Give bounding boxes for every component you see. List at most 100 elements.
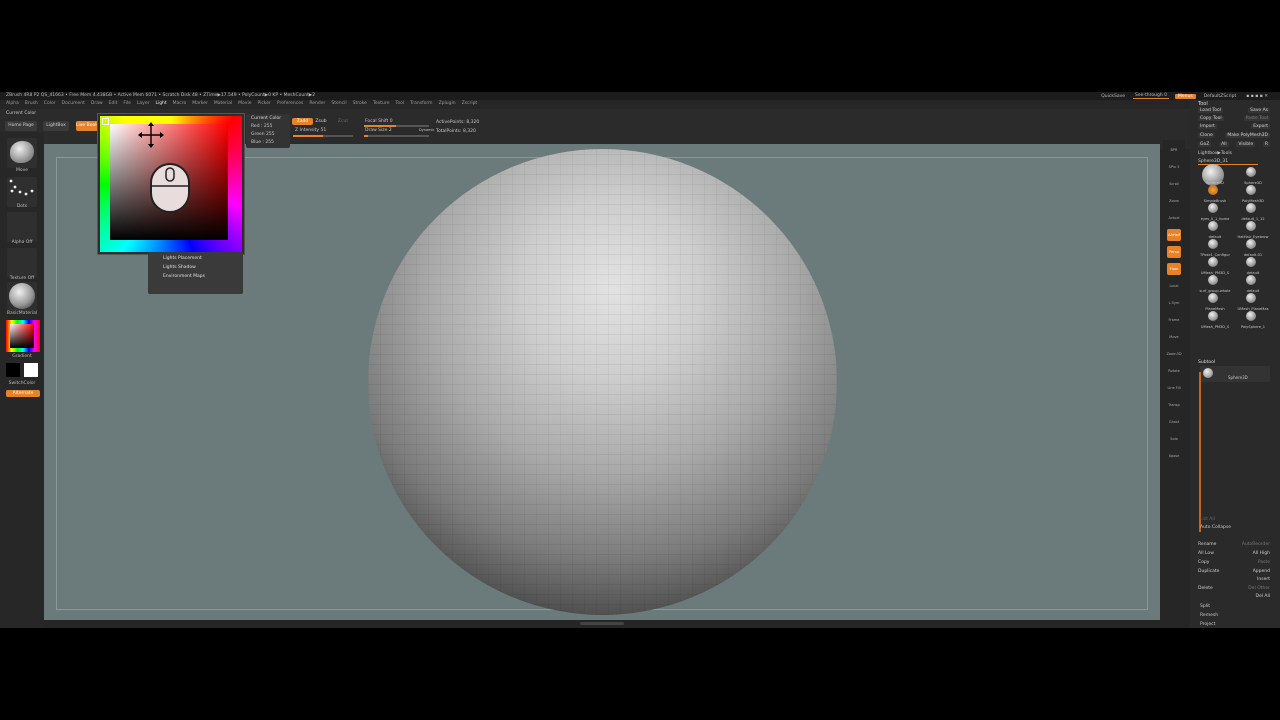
menu-stroke[interactable]: Stroke <box>353 101 367 108</box>
all-high-button[interactable]: All High <box>1253 551 1270 556</box>
menu-file[interactable]: File <box>123 101 131 108</box>
tool-thumbnail[interactable]: HatHair_Eyebrow <box>1234 221 1272 241</box>
delete-button[interactable]: Delete <box>1198 586 1213 591</box>
view-frame-button[interactable]: Frame <box>1167 314 1181 326</box>
menu-zplugin[interactable]: Zplugin <box>439 101 456 108</box>
import-button[interactable]: Import <box>1198 124 1217 129</box>
view-solo-button[interactable]: Solo <box>1167 433 1181 445</box>
view-l-sym-button[interactable]: L.Sym <box>1167 297 1181 309</box>
view-transp-button[interactable]: Transp <box>1167 399 1181 411</box>
export-button[interactable]: Export <box>1251 124 1270 129</box>
view-bpr-button[interactable]: BPR <box>1167 144 1181 156</box>
tool-thumbnail[interactable]: default.01 <box>1234 239 1272 259</box>
append-button[interactable]: Append <box>1253 569 1270 574</box>
clone-button[interactable]: Clone <box>1198 133 1215 138</box>
menu-material[interactable]: Material <box>214 101 232 108</box>
menu-tool[interactable]: Tool <box>395 101 404 108</box>
view-line-fill-button[interactable]: Line Fill <box>1167 382 1181 394</box>
lightbox-tools-link[interactable]: Lightbox▶Tools <box>1198 151 1232 156</box>
tool-thumbnail[interactable]: eyes_0_1_home <box>1196 203 1234 223</box>
view-local-button[interactable]: Local <box>1167 280 1181 292</box>
tool-thumbnail[interactable]: Sphere3D <box>1196 164 1234 187</box>
lights-placement-item[interactable]: Lights Placement <box>163 256 202 261</box>
menu-transform[interactable]: Transform <box>410 101 432 108</box>
view-ghost-button[interactable]: Ghost <box>1167 416 1181 428</box>
menu-stencil[interactable]: Stencil <box>331 101 346 108</box>
visible-button[interactable]: Visible <box>1236 142 1256 147</box>
rename-button[interactable]: Rename <box>1198 542 1216 547</box>
r-button[interactable]: R <box>1262 142 1270 147</box>
tool-thumbnail[interactable]: Sphere3D <box>1234 167 1272 187</box>
brush-thumbnail[interactable] <box>7 138 37 168</box>
quicksave-button[interactable]: QuickSave <box>1099 94 1127 99</box>
sphere3d-mesh[interactable] <box>368 149 837 615</box>
lights-shadow-item[interactable]: Lights Shadow <box>163 265 196 270</box>
main-color-swatch[interactable] <box>24 363 38 377</box>
alpha-thumbnail[interactable] <box>7 212 37 242</box>
menu-movie[interactable]: Movie <box>238 101 251 108</box>
tool-thumbnail[interactable]: default_1_12 <box>1234 203 1272 223</box>
lightbox-button[interactable]: LightBox <box>43 121 69 131</box>
stroke-thumbnail[interactable] <box>7 177 37 207</box>
tray-toggle-handle[interactable] <box>580 622 624 625</box>
paste-tool-button[interactable]: Paste Tool <box>1243 116 1270 121</box>
z-intensity-track[interactable] <box>293 135 353 137</box>
load-tool-button[interactable]: Load Tool <box>1198 108 1223 113</box>
focal-shift-slider[interactable]: Focal Shift 0 <box>365 119 393 124</box>
z-intensity-slider[interactable]: Z Intensity 51 <box>295 128 326 133</box>
menu-preferences[interactable]: Preferences <box>277 101 303 108</box>
live-boolean-button[interactable]: Live Boolean <box>76 121 98 131</box>
project-button[interactable]: Project <box>1200 622 1215 627</box>
del-all-button[interactable]: Del All <box>1256 594 1271 599</box>
menu-picker[interactable]: Picker <box>257 101 270 108</box>
insert-button[interactable]: Insert <box>1257 577 1270 582</box>
view-zoom3d-button[interactable]: Zoom3D <box>1167 348 1182 360</box>
all-button[interactable]: All <box>1219 142 1229 147</box>
paste-button[interactable]: Paste <box>1258 560 1270 565</box>
remesh-button[interactable]: Remesh <box>1200 613 1218 618</box>
focal-shift-track[interactable] <box>364 125 429 127</box>
tool-thumbnail[interactable]: default <box>1196 221 1234 241</box>
color-picker-mini[interactable] <box>6 320 40 352</box>
window-controls[interactable]: ▪ ▪ ▪ ▪ ✕ <box>1244 94 1270 99</box>
zsub-button[interactable]: Zsub <box>314 118 328 125</box>
draw-size-track[interactable] <box>364 135 429 137</box>
view-floor-button[interactable]: Floor <box>1167 263 1181 275</box>
home-page-button[interactable]: Home Page <box>5 121 37 131</box>
view-move-button[interactable]: Move <box>1167 331 1181 343</box>
tool-thumbnail[interactable]: PlaneMesh <box>1196 293 1234 313</box>
tool-thumbnail[interactable]: SimpleBrush <box>1196 185 1234 205</box>
zcut-button[interactable]: Zcut <box>336 118 350 125</box>
copy-button[interactable]: Copy <box>1198 560 1209 565</box>
menu-color[interactable]: Color <box>44 101 56 108</box>
color-picker-popup[interactable] <box>97 113 245 255</box>
menu-light[interactable]: Light <box>155 101 166 108</box>
secondary-color-swatch[interactable] <box>6 363 20 377</box>
menu-layer[interactable]: Layer <box>137 101 150 108</box>
dynamic-toggle[interactable]: Dynamic <box>419 128 434 133</box>
auto-reorder-button[interactable]: AutoReorder <box>1242 542 1270 547</box>
menu-draw[interactable]: Draw <box>91 101 103 108</box>
see-through-slider[interactable]: See-through 0 <box>1133 93 1170 99</box>
switch-color-button[interactable]: SwitchColor <box>6 381 38 386</box>
menu-macro[interactable]: Macro <box>173 101 187 108</box>
view-rotate-button[interactable]: Rotate <box>1167 365 1181 377</box>
tool-thumbnail[interactable]: UMesh_PM3D_S <box>1196 311 1234 331</box>
view-persp-button[interactable]: Persp <box>1167 246 1181 258</box>
zadd-button[interactable]: Zadd <box>292 118 313 125</box>
menu-document[interactable]: Document <box>62 101 85 108</box>
make-polymesh-button[interactable]: Make PolyMesh3D <box>1225 133 1270 138</box>
menu-marker[interactable]: Marker <box>192 101 208 108</box>
menus-button[interactable]: Menus <box>1175 93 1196 99</box>
view-xpose-button[interactable]: Xpose <box>1167 450 1181 462</box>
tool-thumbnail[interactable]: UMesh_PlaneMas <box>1234 293 1272 313</box>
menu-render[interactable]: Render <box>309 101 325 108</box>
save-as-button[interactable]: Save As <box>1248 108 1270 113</box>
list-all-button[interactable]: List All <box>1200 517 1215 522</box>
tool-thumbnail[interactable]: TPose1_Configur <box>1196 239 1234 259</box>
draw-size-slider[interactable]: Draw Size 2 <box>365 128 392 133</box>
view-aahalf-button[interactable]: AAHalf <box>1167 229 1181 241</box>
material-thumbnail[interactable] <box>7 282 37 312</box>
current-tool-slider[interactable]: Sphere3D_31 <box>1198 159 1258 165</box>
tool-thumbnail[interactable]: default <box>1234 257 1272 277</box>
